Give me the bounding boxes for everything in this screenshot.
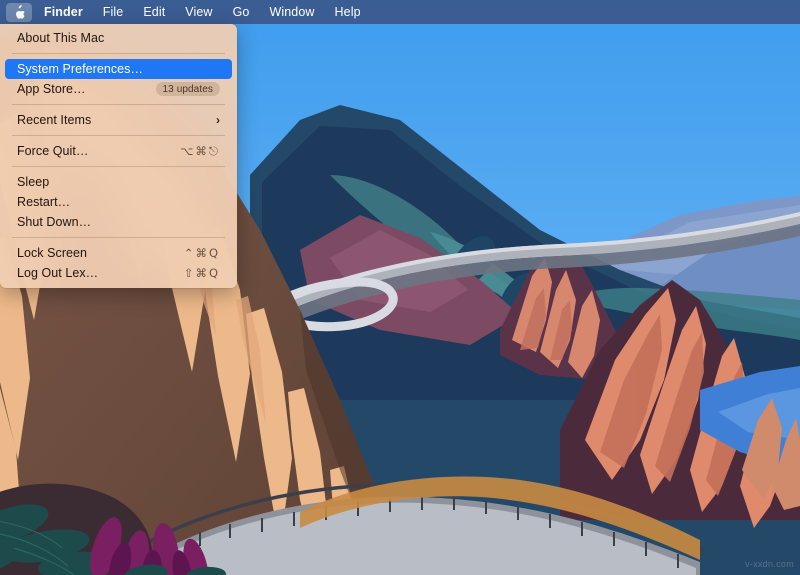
menu-item-label: App Store… [17,82,86,96]
desktop-screen: Finder File Edit View Go Window Help Abo… [0,0,800,575]
updates-badge: 13 updates [156,82,221,96]
watermark-text: v-xxdn.com [745,559,794,569]
keyboard-shortcut: ⌃⌘Q [184,246,220,260]
keyboard-shortcut: ⇧⌘Q [184,266,220,280]
menu-item-label: Recent Items [17,113,91,127]
menu-item-shut-down[interactable]: Shut Down… [5,212,232,232]
menu-item-recent-items[interactable]: Recent Items › [5,110,232,130]
menu-item-about-this-mac[interactable]: About This Mac [5,28,232,48]
menu-item-label: About This Mac [17,31,104,45]
menu-bar-item-view[interactable]: View [175,3,222,22]
menu-item-force-quit[interactable]: Force Quit… ⌥⌘⎋ [5,141,232,161]
menu-separator [12,135,225,136]
apple-logo-icon[interactable] [6,3,32,22]
menu-item-label: System Preferences… [17,62,143,76]
menu-item-log-out[interactable]: Log Out Lex… ⇧⌘Q [5,263,232,283]
menu-bar-item-finder[interactable]: Finder [34,3,93,22]
menu-bar-item-help[interactable]: Help [325,3,371,22]
menu-item-system-preferences[interactable]: System Preferences… [5,59,232,79]
menu-item-app-store[interactable]: App Store… 13 updates [5,79,232,99]
apple-menu-dropdown: About This Mac System Preferences… App S… [0,24,237,288]
menu-separator [12,166,225,167]
menu-separator [12,237,225,238]
menu-item-sleep[interactable]: Sleep [5,172,232,192]
menu-item-label: Log Out Lex… [17,266,98,280]
menu-separator [12,104,225,105]
menu-bar-item-file[interactable]: File [93,3,134,22]
menu-item-lock-screen[interactable]: Lock Screen ⌃⌘Q [5,243,232,263]
keyboard-shortcut: ⌥⌘⎋ [180,144,220,159]
menu-bar-item-edit[interactable]: Edit [133,3,175,22]
menu-item-restart[interactable]: Restart… [5,192,232,212]
menu-bar-item-window[interactable]: Window [259,3,324,22]
menu-separator [12,53,225,54]
menu-item-label: Sleep [17,175,49,189]
menu-bar-item-go[interactable]: Go [223,3,260,22]
menu-item-label: Shut Down… [17,215,91,229]
menu-item-accessory: 13 updates [156,82,221,96]
menu-item-label: Force Quit… [17,144,88,158]
chevron-right-icon: › [216,113,220,127]
menu-item-label: Lock Screen [17,246,87,260]
menu-item-label: Restart… [17,195,70,209]
menu-bar: Finder File Edit View Go Window Help [0,0,800,24]
